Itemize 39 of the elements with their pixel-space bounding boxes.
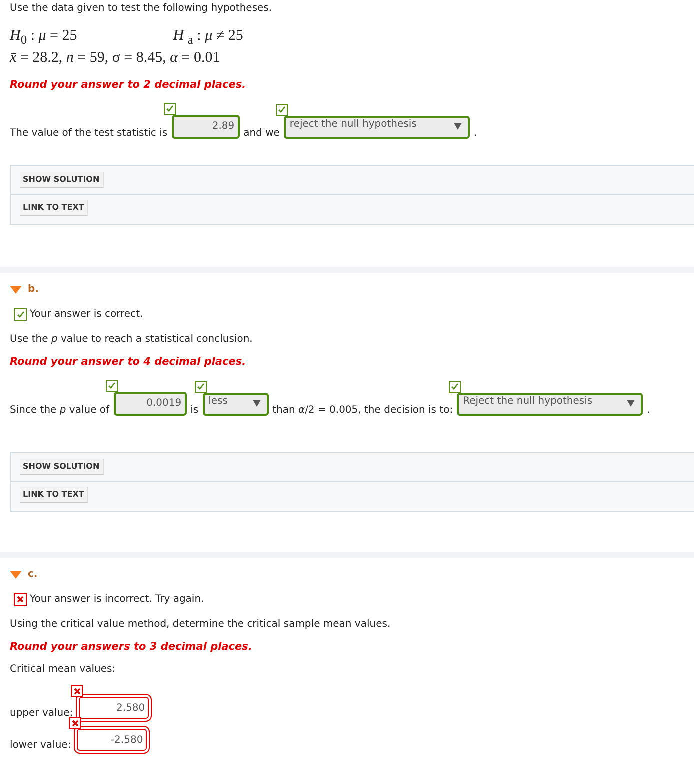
rounding-note: Round your answer to 2 decimal places. [10, 79, 248, 91]
subheading: Critical mean values: [10, 664, 117, 675]
answer-field[interactable]: 0.0019 [114, 392, 187, 416]
caret-icon [252, 400, 261, 407]
answer-field[interactable]: 2.580 [79, 697, 150, 719]
link-button[interactable]: LINK TO TEXT [20, 200, 88, 216]
answer-field[interactable]: 2.89 [172, 115, 240, 139]
answer-field[interactable]: -2.580 [77, 729, 148, 751]
sentence-text: Since the p value of [10, 405, 110, 416]
dropdown[interactable]: less [202, 393, 269, 416]
show-solution-button[interactable]: SHOW SOLUTION [20, 172, 104, 188]
prompt-text: Using the critical value method, determine the critical sample mean values. [10, 619, 392, 630]
sentence-text: is [190, 405, 199, 416]
prompt-text: Use the p value to reach a statistical conclusion. [10, 334, 254, 345]
triangle-icon[interactable] [10, 570, 22, 578]
status-text: Your answer is incorrect. Try again. [30, 594, 204, 605]
part-label: c. [28, 569, 38, 580]
alternative-hypothesis: H $_{a}$ : μ ≠ 25 [173, 28, 244, 48]
intro-text: Use the data given to test the following hypotheses. [10, 3, 274, 14]
sentence-text: than α/2 = 0.005, the decision is to: [272, 405, 454, 416]
dropdown[interactable]: reject the null hypothesis [284, 116, 470, 139]
sentence-text: . [647, 405, 650, 416]
sentence-text: . [474, 128, 478, 139]
triangle-icon[interactable] [10, 286, 22, 294]
part-label: b. [28, 284, 39, 295]
caret-icon [454, 123, 462, 130]
rounding-note: Round your answer to 4 decimal places. [10, 356, 248, 368]
show-solution-button[interactable]: SHOW SOLUTION [20, 459, 104, 475]
null-hypothesis: H$_{0}$ : μ = 25 [10, 28, 78, 48]
dropdown[interactable]: Reject the null hypothesis [457, 393, 644, 416]
given-values: x̄ = 28.2, n = 59, σ = 8.45, α = 0.01 [10, 50, 222, 67]
link-button[interactable]: LINK TO TEXT [20, 487, 88, 503]
caret-icon [627, 400, 636, 407]
field-label: lower value: [10, 740, 72, 751]
field-label: upper value: [10, 708, 74, 719]
rounding-note: Round your answers to 3 decimal places. [10, 641, 254, 653]
status-text: Your answer is correct. [30, 309, 144, 320]
sentence-text: and we [244, 128, 280, 139]
sentence-text: The value of the test statistic is [10, 128, 168, 139]
